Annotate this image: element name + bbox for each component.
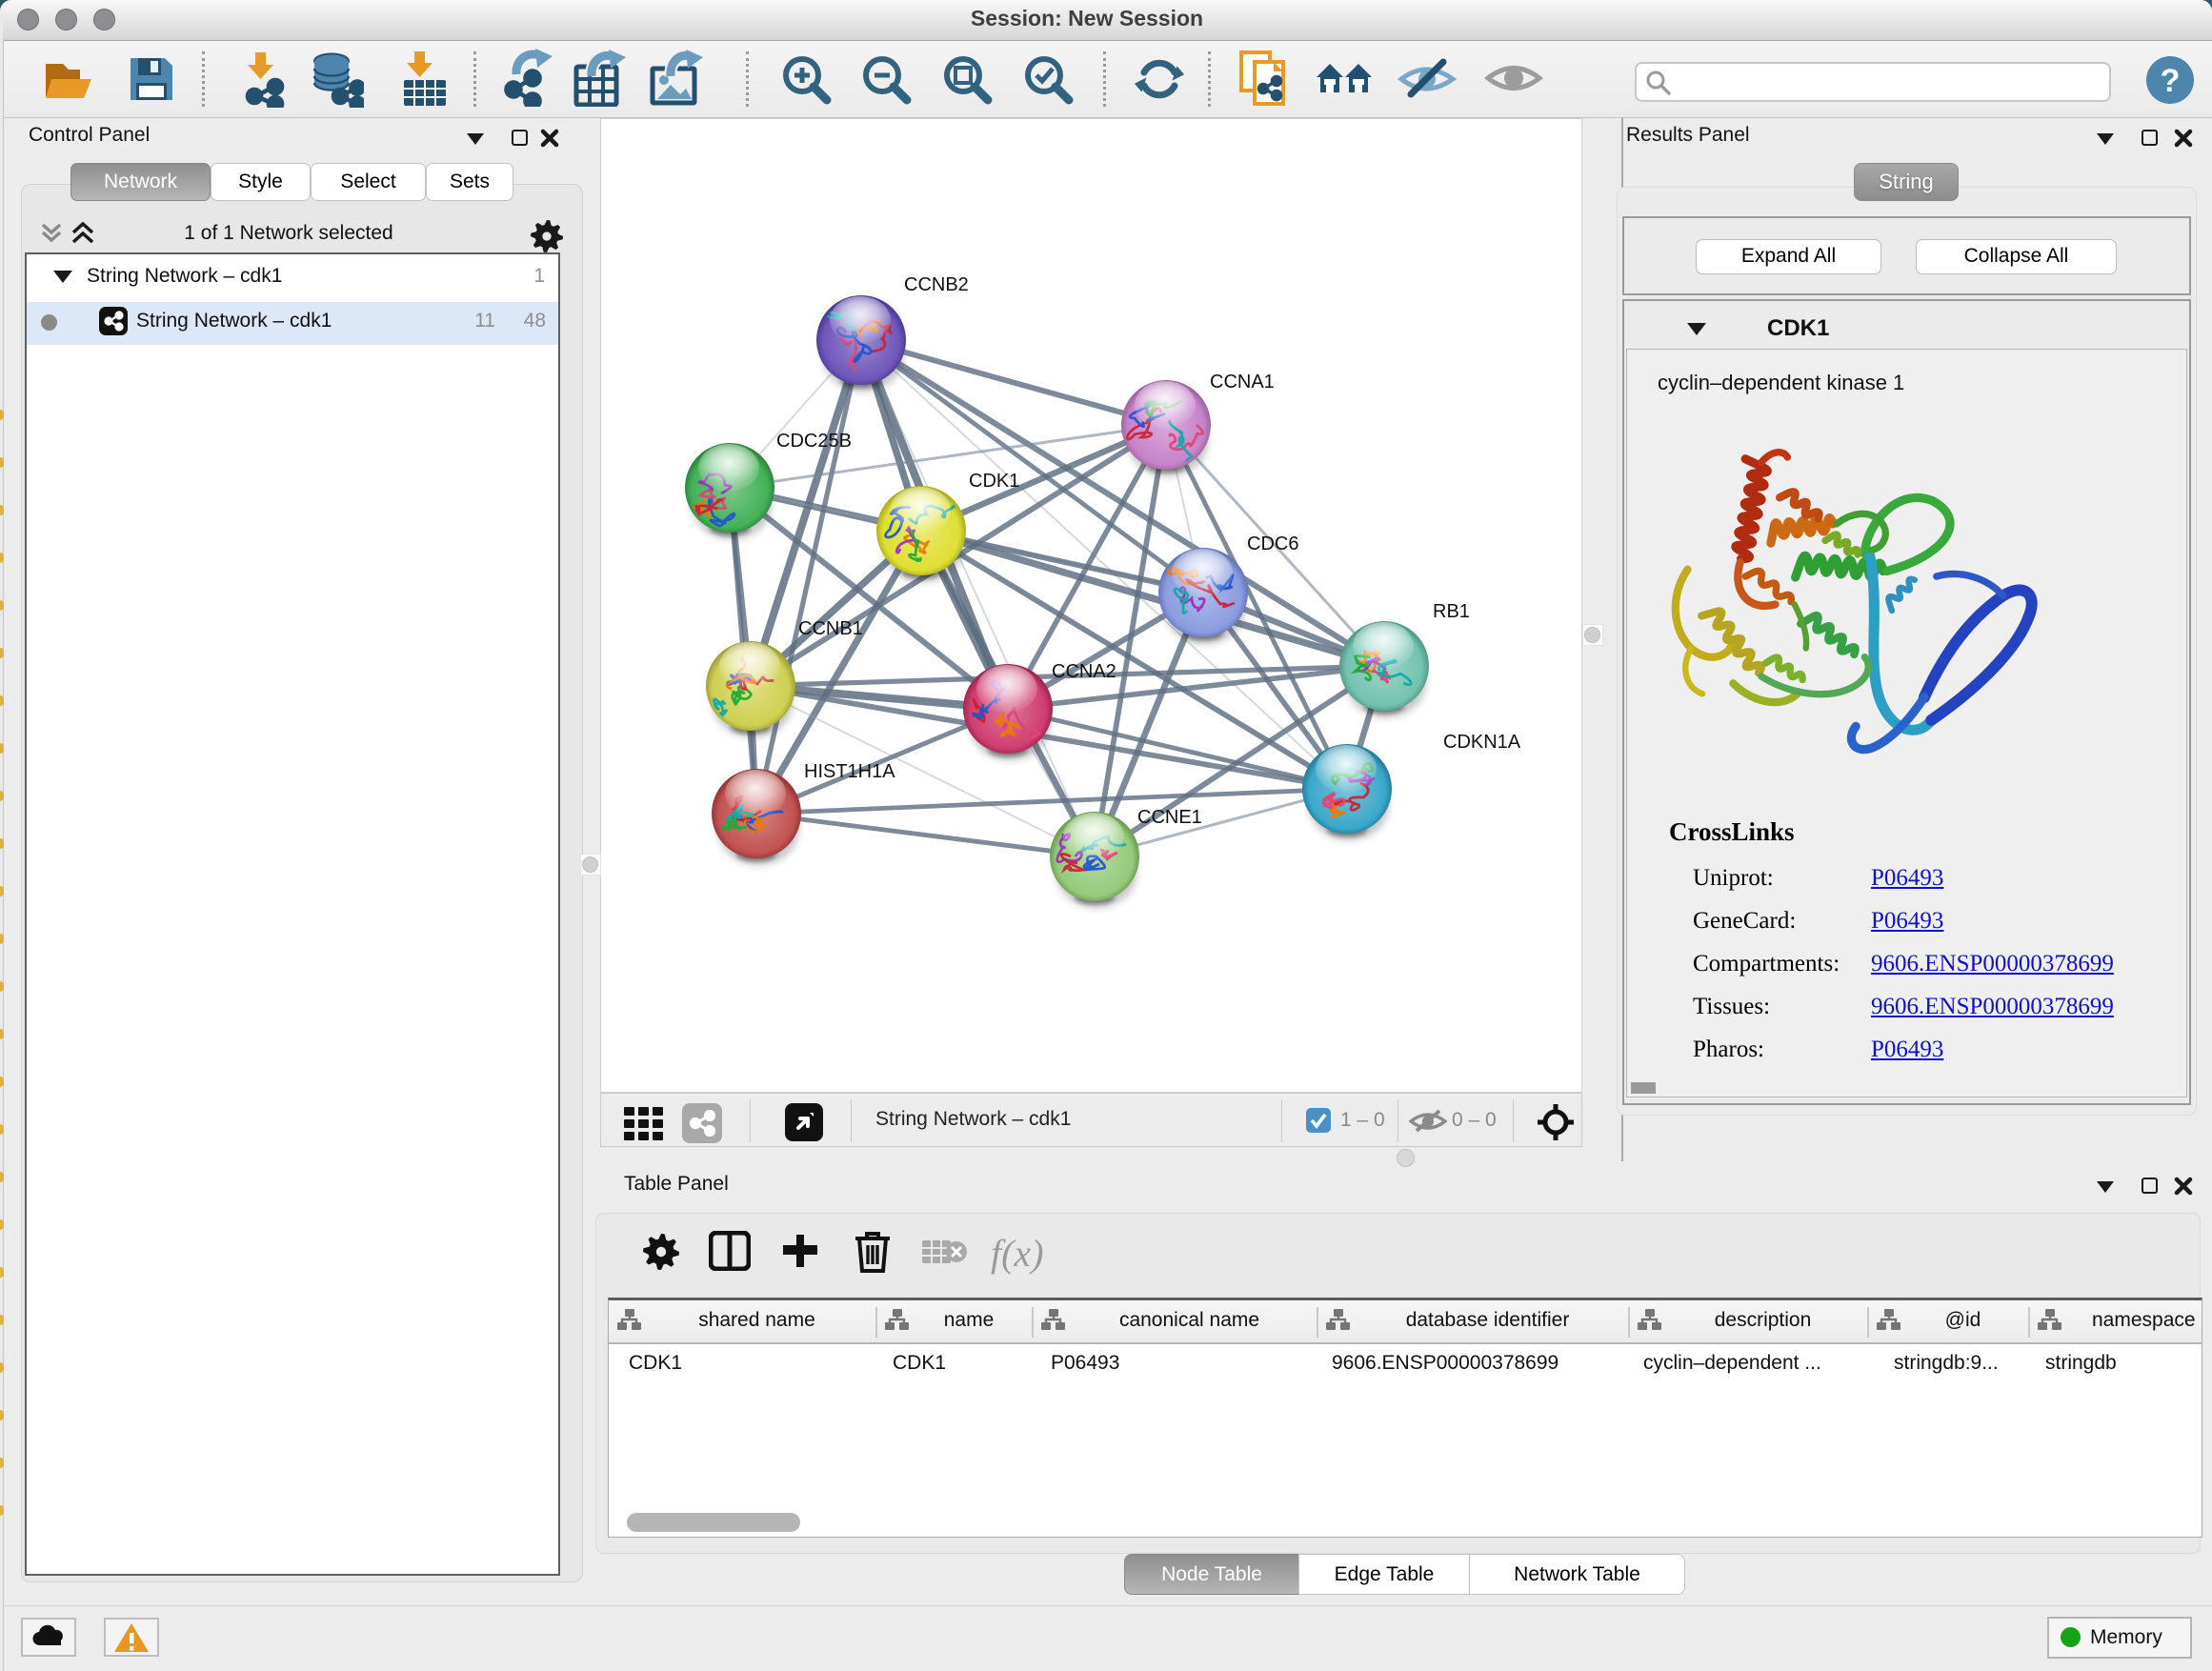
svg-text:CCNE1: CCNE1 [1137,807,1202,828]
svg-text:CCNA2: CCNA2 [1052,661,1116,682]
svg-text:CCNB2: CCNB2 [904,274,969,295]
svg-text:CDC6: CDC6 [1247,534,1298,554]
svg-text:CCNB1: CCNB1 [798,618,863,639]
svg-text:RB1: RB1 [1433,601,1470,622]
svg-text:HIST1H1A: HIST1H1A [804,761,895,782]
svg-text:CDKN1A: CDKN1A [1443,732,1521,753]
svg-text:CDK1: CDK1 [969,471,1019,492]
svg-text:CDC25B: CDC25B [776,431,852,452]
svg-text:CCNA1: CCNA1 [1210,372,1275,393]
svg-text:?: ? [2161,63,2181,99]
